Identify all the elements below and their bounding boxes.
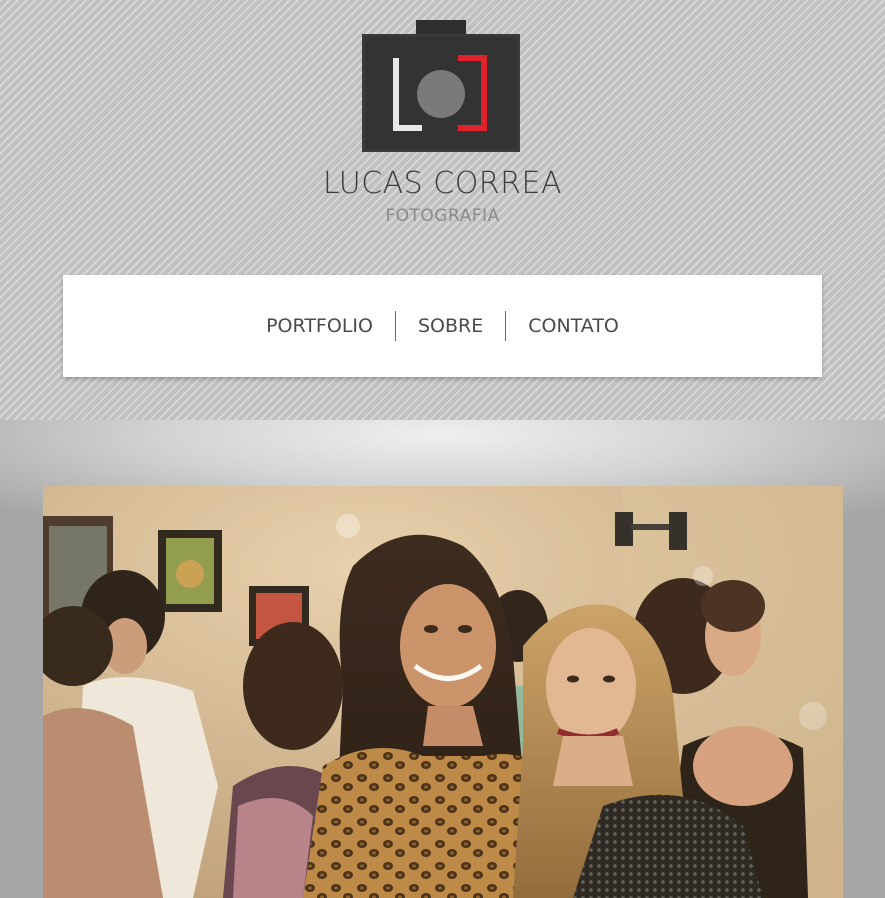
nav-item-contato[interactable]: CONTATO [506, 315, 641, 337]
main-nav: PORTFOLIO SOBRE CONTATO [63, 275, 822, 377]
hero-photo[interactable] [43, 486, 843, 898]
camera-logo-icon[interactable] [362, 20, 520, 152]
brand-name: LUCAS CORREA [323, 166, 562, 201]
nav-item-portfolio[interactable]: PORTFOLIO [244, 315, 395, 337]
nav-item-sobre[interactable]: SOBRE [396, 315, 505, 337]
site-header: LUCAS CORREA FOTOGRAFIA PORTFOLIO SOBRE … [0, 0, 885, 420]
brand-tagline: FOTOGRAFIA [385, 206, 500, 226]
